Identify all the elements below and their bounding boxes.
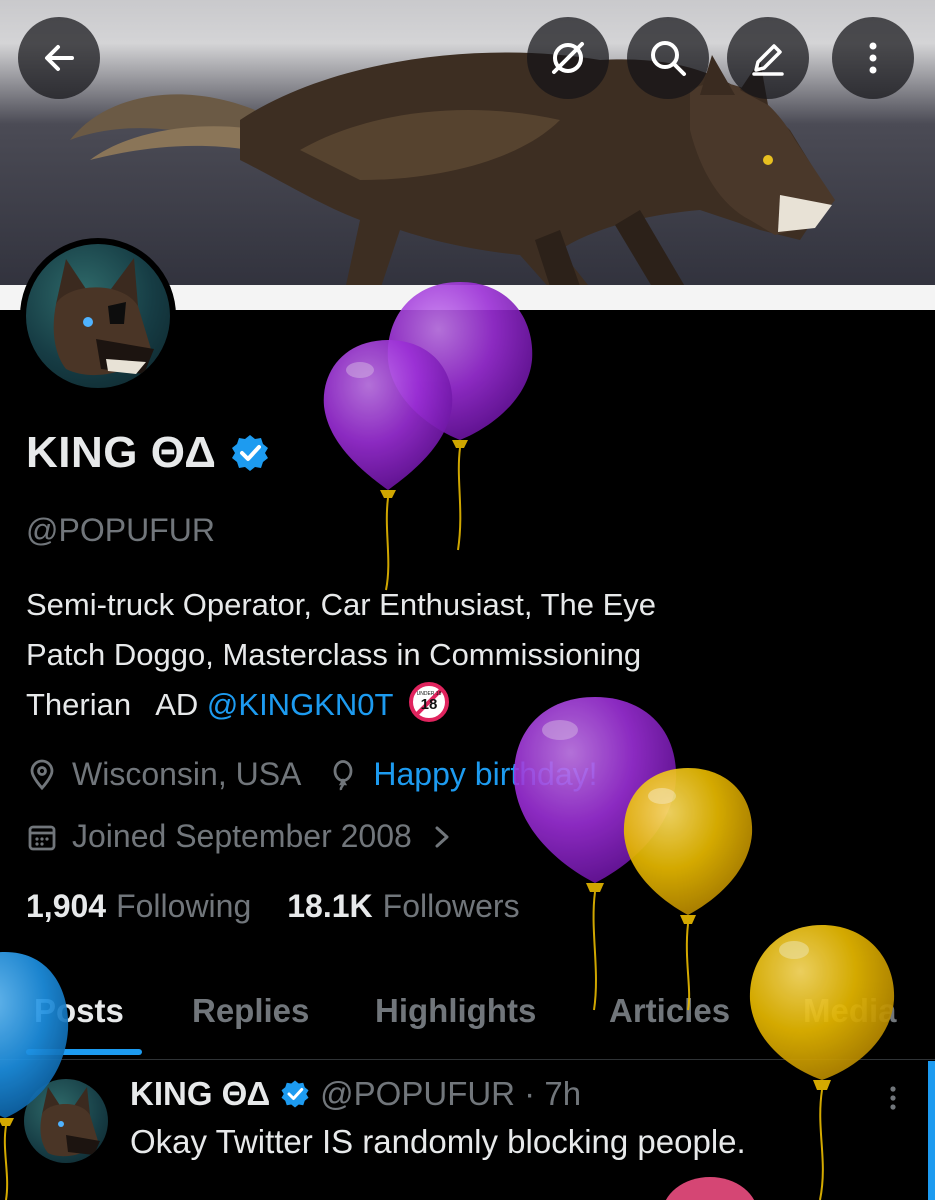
balloon-purple (323, 340, 453, 591)
bio-line-2: Patch Doggo, Masterclass in Commissionin… (26, 637, 642, 672)
tab-replies[interactable]: Replies (192, 992, 309, 1030)
post-header: KING ΘΔ @POPUFUR · 7h (130, 1075, 581, 1113)
profile-meta-row-1: Wisconsin, USA Happy birthday! (26, 756, 598, 793)
calendar-icon (28, 825, 56, 850)
search-icon (651, 41, 686, 76)
followers-label: Followers (382, 888, 520, 924)
tab-highlights[interactable]: Highlights (375, 992, 536, 1030)
back-button[interactable] (18, 17, 100, 99)
profile-stats: 1,904 Following 18.1K Followers (26, 888, 520, 925)
post-text: Okay Twitter IS randomly blocking people… (130, 1123, 746, 1160)
more-button[interactable] (832, 17, 914, 99)
bio-mention-link[interactable]: @KINGKN0T (207, 687, 393, 722)
no18-badge-text: UNDER 18 (416, 691, 441, 697)
location-pin-icon (30, 759, 54, 790)
profile-bio: Semi-truck Operator, Car Enthusiast, The… (26, 580, 906, 730)
no-under-18-icon: 18 UNDER 18 (408, 682, 449, 722)
post-handle-time: @POPUFUR · 7h (320, 1075, 582, 1112)
following-count: 1,904 (26, 888, 107, 924)
profile-joined: Joined September 2008 (72, 818, 412, 854)
followers-stat[interactable]: 18.1K Followers (287, 888, 519, 925)
profile-meta-row-2[interactable]: Joined September 2008 (26, 818, 456, 855)
tab-articles[interactable]: Articles (609, 992, 730, 1030)
tab-posts[interactable]: Posts (34, 992, 124, 1030)
verified-badge-icon (281, 1080, 309, 1108)
scrollbar[interactable] (928, 1061, 935, 1200)
edit-button[interactable] (727, 17, 809, 99)
profile-tabs: Posts Replies Highlights Articles Media (0, 960, 935, 1060)
wolf-avatar-art (53, 258, 154, 376)
search-button[interactable] (627, 17, 709, 99)
verified-badge-icon[interactable] (230, 433, 270, 473)
active-tab-indicator (26, 1049, 142, 1055)
svg-text:18: 18 (420, 696, 437, 713)
post-author-name[interactable]: KING ΘΔ (130, 1075, 270, 1113)
profile-handle: @POPUFUR (26, 512, 215, 548)
following-stat[interactable]: 1,904 Following (26, 888, 251, 925)
bio-line-1: Semi-truck Operator, Car Enthusiast, The… (26, 587, 657, 622)
grok-button[interactable] (527, 17, 609, 99)
following-label: Following (116, 888, 252, 924)
post-item[interactable]: KING ΘΔ @POPUFUR · 7h Okay Twitter IS ra… (0, 1061, 935, 1200)
profile-display-name: KING ΘΔ (26, 428, 217, 477)
slashed-circle-icon (552, 42, 584, 74)
arrow-left-icon (45, 45, 74, 71)
profile-location: Wisconsin, USA (72, 756, 302, 792)
balloon-purple (387, 282, 533, 551)
profile-name-row: KING ΘΔ (26, 428, 270, 478)
birthday-link[interactable]: Happy birthday! (373, 756, 597, 793)
post-avatar[interactable] (24, 1079, 108, 1163)
bio-line-3-text: Therian AD (26, 687, 207, 722)
balloon-icon (333, 759, 353, 790)
more-vertical-icon[interactable] (878, 1083, 908, 1113)
bio-line-3: Therian AD @KINGKN0T 18 UNDER 18 (26, 680, 906, 730)
chevron-right-icon (435, 826, 449, 847)
pencil-icon (752, 44, 784, 76)
tab-media[interactable]: Media (803, 992, 897, 1030)
more-vertical-icon (869, 42, 877, 74)
wolf-avatar-art (40, 1087, 100, 1157)
profile-avatar[interactable] (20, 238, 176, 394)
followers-count: 18.1K (287, 888, 373, 924)
